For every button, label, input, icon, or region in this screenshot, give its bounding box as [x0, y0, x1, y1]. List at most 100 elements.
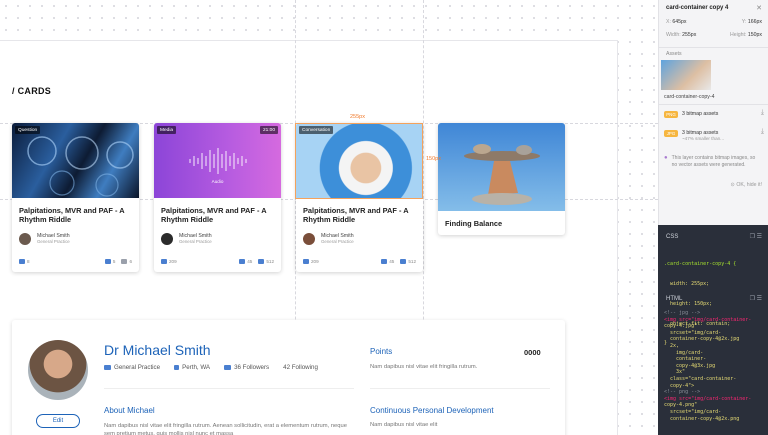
like-count: 209 [169, 258, 177, 264]
height-measure-label: 150px [426, 156, 441, 162]
code-line: container-copy-4@2x.png [664, 415, 740, 422]
code-line: copy-4.jpg" [664, 323, 698, 330]
close-icon[interactable]: ✕ [756, 4, 762, 12]
code-line: 3x" [664, 369, 686, 376]
asset-name: card-container-copy-4 [664, 94, 715, 100]
code-line: <img src="img/card-container- [664, 395, 752, 402]
author-role: General Practice [37, 239, 70, 244]
assets-label: Assets [666, 51, 682, 57]
audio-label: Audio [211, 179, 224, 184]
x-label: X: [666, 19, 671, 25]
design-canvas[interactable]: / CARDS Question Palpitations, MVR and P… [0, 0, 658, 435]
views-icon [258, 258, 265, 264]
comment-icon[interactable] [381, 258, 388, 264]
code-line: .card-container-copy-4 { [664, 261, 737, 268]
balance-stones-graphic [464, 144, 540, 205]
width-value[interactable]: 255px [682, 32, 696, 38]
inspector-panel: card-container copy 4 ✕ X: 645px Y: 166p… [658, 0, 768, 225]
edit-profile-button[interactable]: Edit [36, 414, 80, 428]
download-icon[interactable]: ⤓ [761, 128, 764, 136]
about-heading: About Michael [104, 406, 155, 415]
author-role: General Practice [179, 239, 212, 244]
id-card-icon [104, 364, 111, 370]
scan-graphic [27, 136, 134, 197]
card-badge: Question [15, 126, 41, 134]
views-icon [400, 258, 407, 264]
card-author[interactable]: Michael Smith General Practice [12, 228, 139, 250]
profile-location: Perth, WA [182, 364, 211, 371]
copy-icon[interactable]: ❐ ☰ [750, 233, 762, 240]
png-asset-row[interactable]: PNG 3 bitmap assets [664, 111, 764, 118]
card-title[interactable]: Palpitations, MVR and PAF - A Rhythm Rid… [296, 198, 423, 228]
jpg-asset-sub: ~47% smaller than... [682, 136, 725, 141]
code-line: container-copy-4@2x.jpg [664, 336, 740, 343]
divider [659, 104, 768, 105]
width-measure-label: 255px [350, 114, 365, 120]
layer-dimensions: X: 645px Y: 166px Width: 255px Height: 1… [666, 19, 762, 45]
card-title[interactable]: Palpitations, MVR and PAF - A Rhythm Rid… [12, 198, 139, 228]
comment-icon[interactable] [239, 258, 246, 264]
profile-meta: General Practice Perth, WA 36 Followers … [104, 364, 318, 371]
duration-badge: 21:00 [259, 126, 278, 134]
y-value[interactable]: 166px [748, 19, 762, 25]
content-card[interactable]: Finding Balance [438, 123, 565, 235]
card-title[interactable]: Palpitations, MVR and PAF - A Rhythm Rid… [154, 198, 281, 228]
points-heading: Points [370, 347, 393, 356]
divider [370, 388, 550, 389]
jpg-tag: JPG [664, 130, 678, 137]
like-icon[interactable] [19, 258, 25, 264]
section-title: / CARDS [12, 86, 52, 96]
views-icon [121, 258, 128, 264]
hide-note-link[interactable]: ⊙ OK, hide it! [731, 182, 762, 188]
png-tag: PNG [664, 111, 678, 118]
layer-name: card-container copy 4 [666, 5, 729, 11]
selection-outline [295, 123, 423, 199]
info-icon: ● [664, 155, 668, 161]
view-count: 6 [129, 258, 132, 264]
card-author[interactable]: Michael Smith General Practice [154, 228, 281, 250]
html-code[interactable]: <!-- jpg --> <img src="img/card-container… [664, 310, 764, 422]
divider [659, 47, 768, 48]
like-icon[interactable] [161, 258, 167, 264]
audio-waveform-icon [189, 148, 247, 174]
comment-count: 45 [389, 258, 395, 264]
download-icon[interactable]: ⤓ [761, 109, 764, 117]
width-label: Width: [666, 32, 681, 38]
x-value[interactable]: 645px [672, 19, 686, 25]
points-text: Nam dapibus nisl vitae elit fringilla ru… [370, 364, 478, 370]
card-image: Audio Media 21:00 [154, 123, 281, 198]
profile-avatar [28, 340, 88, 400]
bitmap-note: ● This layer contains bitmap images, so … [664, 155, 762, 169]
card-badge: Media [157, 126, 177, 134]
comment-icon[interactable] [104, 258, 111, 264]
code-line: width: 255px; [664, 280, 710, 287]
code-line: copy-4.png" [664, 402, 698, 409]
profile-followers[interactable]: 36 Followers [234, 364, 269, 371]
like-count: 8 [27, 258, 30, 264]
code-line: copy-4@3x.jpg [664, 362, 716, 369]
code-line: srcset="img/card- [664, 329, 722, 336]
avatar [161, 233, 173, 245]
author-role: General Practice [321, 239, 354, 244]
card-author[interactable]: Michael Smith General Practice [296, 228, 423, 250]
location-icon [174, 364, 180, 370]
like-icon[interactable] [303, 258, 309, 264]
code-line: <!-- jpg --> [664, 310, 701, 316]
copy-icon[interactable]: ❐ ☰ [750, 295, 762, 302]
content-card[interactable]: Question Palpitations, MVR and PAF - A R… [12, 123, 139, 272]
profile-name: Dr Michael Smith [104, 342, 211, 358]
height-value[interactable]: 150px [748, 32, 762, 38]
comment-count: 5 [112, 258, 116, 264]
y-label: Y: [741, 19, 747, 25]
code-line: img/card- [664, 349, 704, 356]
jpg-asset-row[interactable]: JPG 3 bitmap assets ~47% smaller than... [664, 130, 764, 142]
like-count: 209 [311, 258, 319, 264]
cpd-heading: Continuous Personal Development [370, 406, 494, 415]
card-image [438, 123, 565, 211]
avatar [303, 233, 315, 245]
avatar [19, 233, 31, 245]
profile-following[interactable]: 42 Following [283, 364, 318, 371]
content-card[interactable]: Audio Media 21:00 Palpitations, MVR and … [154, 123, 281, 272]
asset-thumbnail[interactable] [661, 60, 711, 90]
card-title[interactable]: Finding Balance [438, 211, 565, 235]
